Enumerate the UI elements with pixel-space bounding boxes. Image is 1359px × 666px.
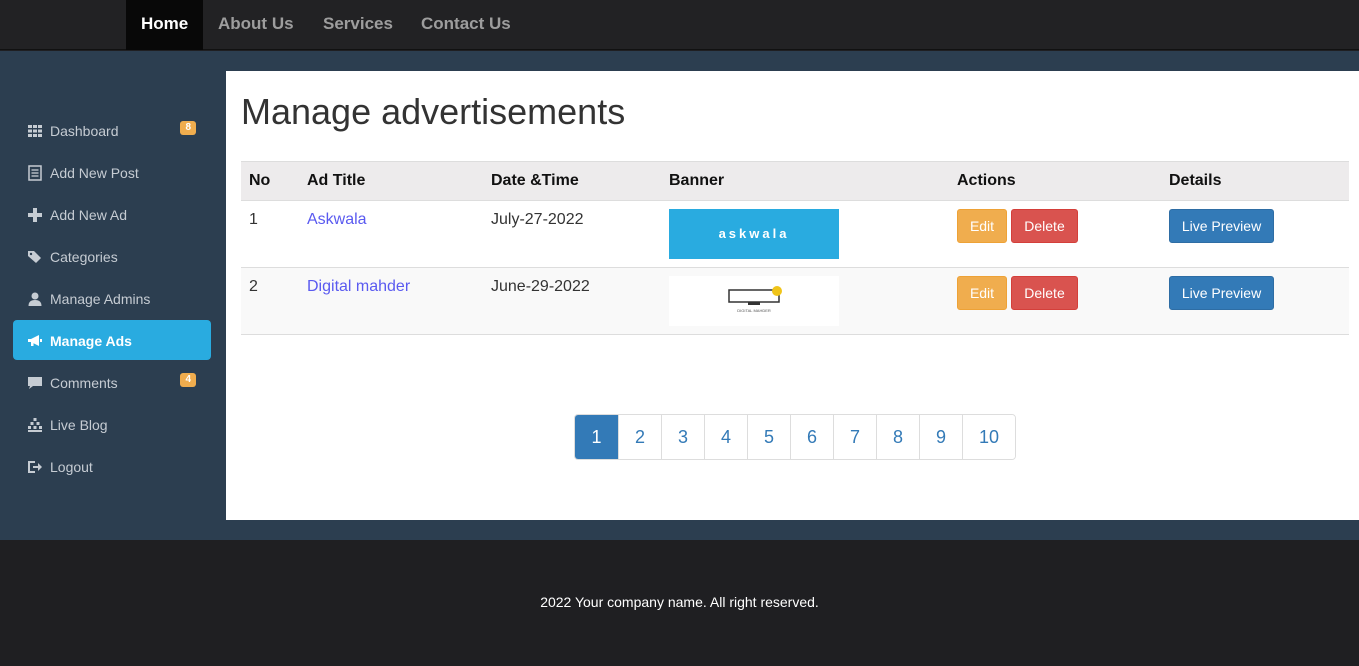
page-10[interactable]: 10 — [962, 415, 1015, 459]
live-preview-button[interactable]: Live Preview — [1169, 209, 1274, 243]
logout-icon — [28, 461, 42, 473]
sidebar-item-label: Logout — [50, 459, 93, 475]
top-navbar: Home About Us Services Contact Us — [0, 0, 1359, 50]
page-8[interactable]: 8 — [876, 415, 919, 459]
header-banner: Banner — [669, 172, 725, 189]
table-header: No Ad Title Date &Time Banner Actions De… — [241, 161, 1349, 201]
page-5[interactable]: 5 — [747, 415, 790, 459]
nav-home[interactable]: Home — [126, 0, 203, 50]
row-date: June-29-2022 — [491, 278, 590, 295]
pagination: 1 2 3 4 5 6 7 8 9 10 — [574, 414, 1016, 460]
nav-about-us[interactable]: About Us — [203, 0, 309, 50]
sidebar-item-logout[interactable]: Logout — [13, 446, 211, 486]
page-9[interactable]: 9 — [919, 415, 962, 459]
header-actions: Actions — [957, 172, 1016, 189]
sidebar-item-label: Categories — [50, 249, 118, 265]
edit-button[interactable]: Edit — [957, 276, 1007, 310]
page-2[interactable]: 2 — [618, 415, 661, 459]
sidebar-item-comments[interactable]: Comments 4 — [13, 362, 211, 402]
header-details: Details — [1169, 172, 1222, 189]
live-preview-button[interactable]: Live Preview — [1169, 276, 1274, 310]
grid-icon — [28, 125, 42, 137]
list-icon — [28, 165, 42, 181]
footer-copyright: 2022 Your company name. All right reserv… — [540, 594, 819, 610]
dashboard-count-badge: 8 — [180, 121, 196, 135]
page-6[interactable]: 6 — [790, 415, 833, 459]
sidebar-item-add-new-ad[interactable]: Add New Ad — [13, 194, 211, 234]
sidebar-item-label: Comments — [50, 375, 118, 391]
footer: 2022 Your company name. All right reserv… — [0, 540, 1359, 666]
sidebar-item-label: Add New Post — [50, 165, 139, 181]
nav-contact-us[interactable]: Contact Us — [406, 0, 526, 50]
nav-services[interactable]: Services — [308, 0, 408, 50]
tags-icon — [28, 251, 41, 263]
content-panel: Manage advertisements No Ad Title Date &… — [226, 71, 1359, 520]
comment-icon — [28, 377, 42, 389]
delete-button[interactable]: Delete — [1011, 276, 1078, 310]
banner-text: DIGITAL MAHDER — [737, 308, 771, 313]
sidebar-item-add-new-post[interactable]: Add New Post — [13, 152, 211, 192]
sidebar-item-dashboard[interactable]: Dashboard 8 — [13, 110, 211, 150]
ad-title-link[interactable]: Askwala — [307, 211, 367, 229]
header-no: No — [249, 172, 271, 189]
sidebar-item-categories[interactable]: Categories — [13, 236, 211, 276]
page-3[interactable]: 3 — [661, 415, 704, 459]
table-row: 2 Digital mahder June-29-2022 DIGITAL MA… — [241, 268, 1349, 335]
banner-image-askwala: askwala — [669, 209, 839, 259]
bullhorn-icon — [28, 335, 42, 346]
sidebar-item-manage-admins[interactable]: Manage Admins — [13, 278, 211, 318]
banner-text: askwala — [719, 226, 790, 241]
sidebar-item-label: Manage Ads — [50, 333, 132, 349]
sidebar-item-label: Add New Ad — [50, 207, 128, 223]
sidebar-item-live-blog[interactable]: Live Blog — [13, 404, 211, 444]
sidebar-item-label: Manage Admins — [50, 291, 151, 307]
banner-image-digital-mahder: DIGITAL MAHDER — [669, 276, 839, 326]
stats-icon — [28, 418, 42, 432]
sidebar-item-manage-ads[interactable]: Manage Ads — [13, 320, 211, 360]
delete-button[interactable]: Delete — [1011, 209, 1078, 243]
sidebar-item-label: Live Blog — [50, 417, 108, 433]
row-no: 2 — [249, 278, 258, 295]
plus-icon — [28, 208, 42, 222]
page-7[interactable]: 7 — [833, 415, 876, 459]
row-date: July-27-2022 — [491, 211, 584, 228]
header-date-time: Date &Time — [491, 172, 579, 189]
table-row: 1 Askwala July-27-2022 askwala Edit Dele… — [241, 201, 1349, 268]
row-no: 1 — [249, 211, 258, 228]
page-4[interactable]: 4 — [704, 415, 747, 459]
user-icon — [28, 292, 42, 306]
page-title: Manage advertisements — [241, 91, 626, 132]
page-1[interactable]: 1 — [575, 415, 618, 459]
ad-title-link[interactable]: Digital mahder — [307, 278, 410, 296]
comments-count-badge: 4 — [180, 373, 196, 387]
sidebar-item-label: Dashboard — [50, 123, 119, 139]
header-ad-title: Ad Title — [307, 172, 366, 189]
edit-button[interactable]: Edit — [957, 209, 1007, 243]
